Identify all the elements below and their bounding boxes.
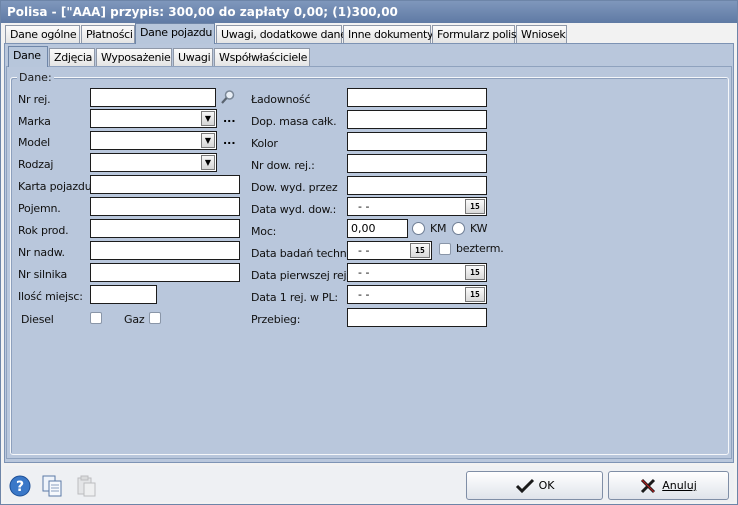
- label-ilosc-miejsc: Ilość miejsc:: [18, 290, 83, 303]
- label-nr-nadw: Nr nadw.: [18, 246, 65, 259]
- dow-wyd-input[interactable]: [347, 176, 487, 195]
- ok-button[interactable]: OK: [466, 471, 603, 500]
- label-kw: KW: [470, 222, 488, 235]
- marka-ellipsis-button[interactable]: ...: [223, 112, 236, 125]
- model-ellipsis-button[interactable]: ...: [223, 134, 236, 147]
- rok-prod-input[interactable]: [90, 219, 240, 238]
- label-moc: Moc:: [251, 225, 277, 238]
- copy-icon[interactable]: [41, 474, 63, 497]
- data-pl-input[interactable]: - - 15: [347, 285, 487, 304]
- ilosc-miejsc-input[interactable]: [90, 285, 157, 304]
- main-tabs: Dane ogólne Płatności Dane pojazdu Uwagi…: [5, 23, 733, 44]
- gaz-checkbox[interactable]: [149, 312, 161, 324]
- label-dow-wyd: Dow. wyd. przez: [251, 181, 338, 194]
- data-pierwszej-input[interactable]: - - 15: [347, 263, 487, 282]
- sub-tabs: Dane Zdjęcia Wyposażenie Uwagi Współwłaś…: [8, 46, 728, 67]
- chevron-down-icon[interactable]: ▼: [201, 111, 215, 126]
- tab-uwagi-dodatkowe[interactable]: Uwagi, dodatkowe dane: [216, 25, 347, 44]
- calendar-icon[interactable]: 15: [410, 243, 430, 258]
- label-przebieg: Przebieg:: [251, 313, 301, 326]
- label-rok-prod: Rok prod.: [18, 224, 69, 237]
- data-wyd-value: - -: [358, 200, 370, 213]
- kw-radio[interactable]: [452, 222, 465, 235]
- subtab-zdjecia[interactable]: Zdjęcia: [49, 48, 95, 67]
- help-icon[interactable]: ?: [9, 475, 31, 497]
- subtab-uwagi[interactable]: Uwagi: [173, 48, 213, 67]
- svg-text:?: ?: [16, 479, 24, 495]
- tab-formularz-polisy[interactable]: Formularz polisy: [432, 25, 523, 44]
- label-dop-masa: Dop. masa całk.: [251, 115, 337, 128]
- data-wyd-input[interactable]: - - 15: [347, 197, 487, 216]
- przebieg-input[interactable]: [347, 308, 487, 327]
- label-diesel: Diesel: [21, 313, 54, 326]
- km-radio[interactable]: [412, 222, 425, 235]
- data-pierwszej-value: - -: [358, 266, 370, 279]
- data-badan-value: - -: [358, 244, 370, 257]
- window-title: Polisa - ["AAA] przypis: 300,00 do zapła…: [1, 1, 737, 23]
- pojemn-input[interactable]: [90, 197, 240, 216]
- paste-icon[interactable]: [75, 474, 97, 497]
- label-gaz: Gaz: [124, 313, 145, 326]
- x-icon: [641, 478, 656, 493]
- label-bezterm: bezterm.: [456, 242, 504, 255]
- label-data-wyd: Data wyd. dow.:: [251, 203, 337, 216]
- chevron-down-icon[interactable]: ▼: [201, 133, 215, 148]
- model-select[interactable]: [90, 131, 217, 150]
- label-kolor: Kolor: [251, 137, 278, 150]
- label-data-pierwszej: Data pierwszej rej.:: [251, 269, 354, 282]
- kolor-input[interactable]: [347, 132, 487, 151]
- label-data-badan: Data badań techn.:: [251, 247, 354, 260]
- karta-pojazdu-input[interactable]: [90, 175, 240, 194]
- chevron-down-icon[interactable]: ▼: [201, 155, 215, 170]
- moc-input[interactable]: 0,00: [347, 219, 408, 238]
- subtab-wyposazenie[interactable]: Wyposażenie: [96, 48, 172, 67]
- marka-select[interactable]: [90, 109, 217, 128]
- nr-rej-input[interactable]: [90, 88, 216, 107]
- data-pl-value: - -: [358, 288, 370, 301]
- label-km: KM: [430, 222, 447, 235]
- tab-wniosek[interactable]: Wniosek: [516, 25, 567, 44]
- label-rodzaj: Rodzaj: [18, 158, 54, 171]
- label-ladownosc: Ładowność: [251, 93, 311, 106]
- tab-dane-pojazdu[interactable]: Dane pojazdu: [135, 23, 215, 44]
- label-data-pl: Data 1 rej. w PL:: [251, 291, 338, 304]
- label-nr-silnika: Nr silnika: [18, 268, 68, 281]
- tab-dane-ogolne[interactable]: Dane ogólne: [5, 25, 80, 44]
- label-nr-rej: Nr rej.: [18, 93, 51, 106]
- label-model: Model: [18, 136, 51, 149]
- check-icon: [515, 478, 534, 493]
- nr-dow-input[interactable]: [347, 154, 487, 173]
- group-label: Dane:: [17, 71, 54, 84]
- rodzaj-select[interactable]: [90, 153, 217, 172]
- cancel-button[interactable]: Anuluj: [608, 471, 729, 500]
- search-icon[interactable]: [220, 89, 236, 105]
- dop-masa-input[interactable]: [347, 110, 487, 129]
- calendar-icon[interactable]: 15: [465, 265, 485, 280]
- label-karta-pojazdu: Karta pojazdu:: [18, 180, 95, 193]
- label-marka: Marka: [18, 115, 51, 128]
- window: Polisa - ["AAA] przypis: 300,00 do zapła…: [0, 0, 738, 505]
- label-nr-dow: Nr dow. rej.:: [251, 159, 315, 172]
- subtab-dane[interactable]: Dane: [8, 46, 48, 67]
- calendar-icon[interactable]: 15: [465, 199, 485, 214]
- ok-label: OK: [538, 479, 555, 492]
- label-pojemn: Pojemn.: [18, 202, 61, 215]
- cancel-label: Anuluj: [662, 479, 697, 492]
- nr-silnika-input[interactable]: [90, 263, 240, 282]
- ladownosc-input[interactable]: [347, 88, 487, 107]
- diesel-checkbox[interactable]: [90, 312, 102, 324]
- tab-platnosci[interactable]: Płatności: [81, 25, 135, 44]
- tab-inne-dokumenty[interactable]: Inne dokumenty: [343, 25, 434, 44]
- subtab-wspolwlasciciele[interactable]: Współwłaściciele: [214, 48, 310, 67]
- bezterm-checkbox[interactable]: [439, 243, 451, 255]
- nr-nadw-input[interactable]: [90, 241, 240, 260]
- calendar-icon[interactable]: 15: [465, 287, 485, 302]
- data-badan-input[interactable]: - - 15: [347, 241, 432, 260]
